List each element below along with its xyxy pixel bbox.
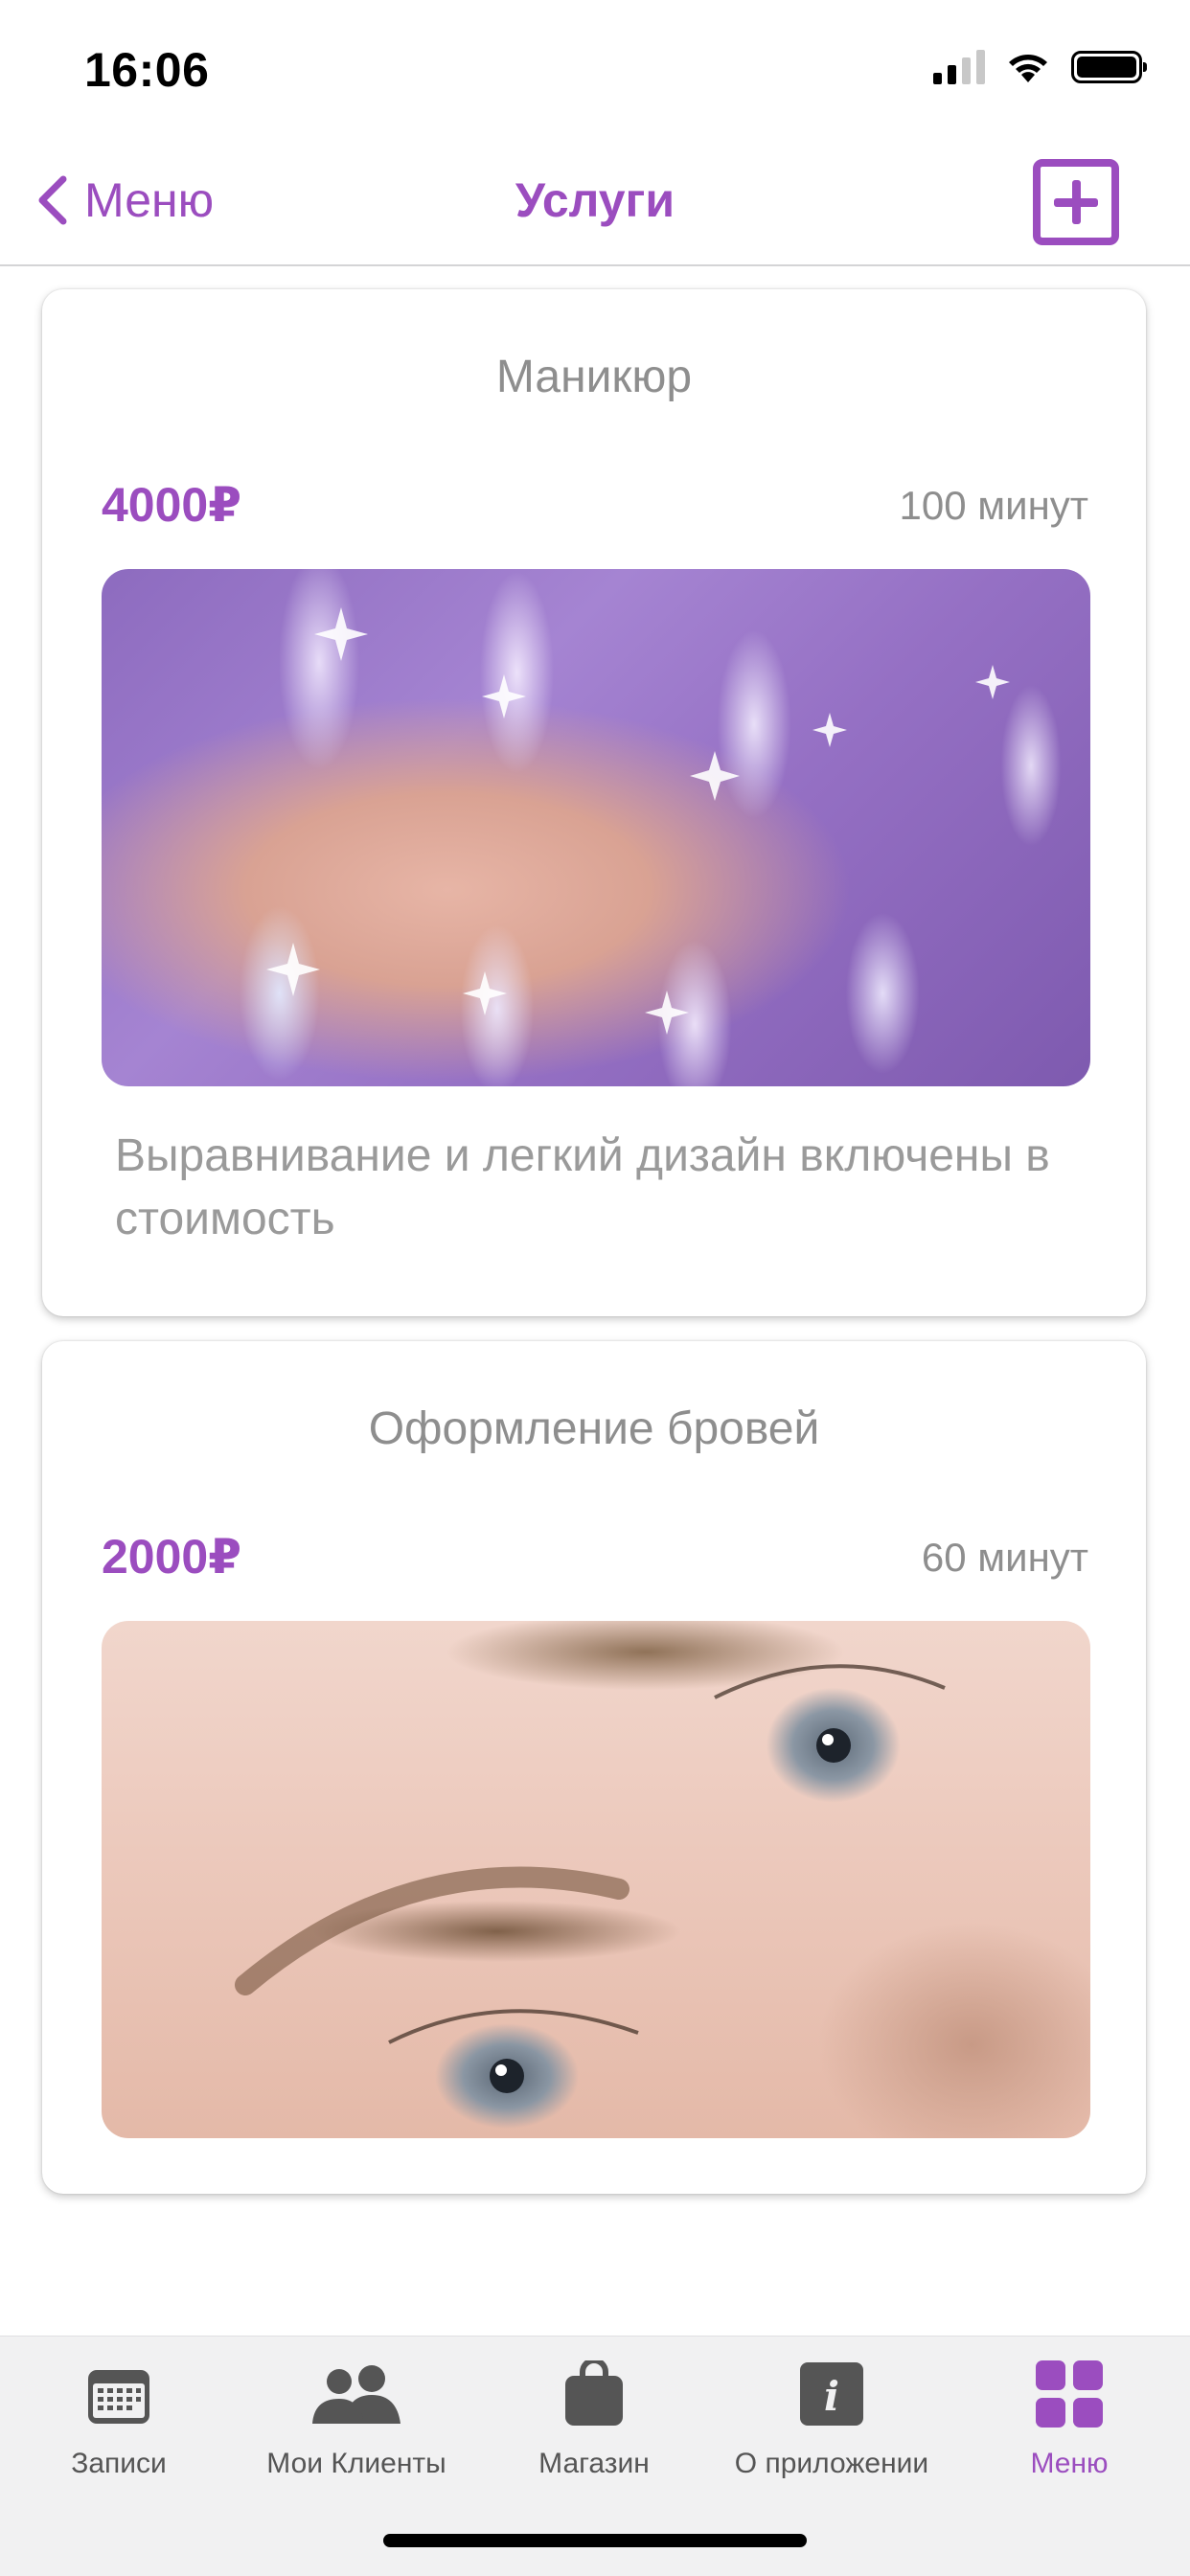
navigation-bar: Меню Услуги — [0, 134, 1190, 266]
home-indicator[interactable] — [383, 2534, 807, 2547]
tab-label: О приложении — [734, 2448, 929, 2479]
cellular-signal-icon — [933, 50, 985, 84]
tab-my-clients[interactable]: Мои Клиенты — [238, 2354, 475, 2480]
people-icon — [312, 2365, 400, 2424]
status-time: 16:06 — [84, 43, 210, 97]
service-description: Выравнивание и легкий дизайн включены в … — [115, 1130, 1050, 1244]
grid-icon — [1036, 2360, 1103, 2428]
tab-label: Меню — [1030, 2448, 1109, 2479]
info-icon: i — [800, 2362, 863, 2426]
tab-menu[interactable]: Меню — [950, 2354, 1188, 2480]
tab-about[interactable]: i О приложении — [713, 2354, 950, 2480]
service-duration: 100 минут — [899, 483, 1088, 528]
status-icons — [933, 50, 1147, 84]
service-card[interactable]: Оформление бровей 2000₽ 60 минут — [42, 1341, 1146, 2194]
page-title: Услуги — [515, 173, 675, 227]
tab-shop[interactable]: Магазин — [475, 2354, 713, 2480]
service-price: 2000₽ — [102, 1530, 242, 1584]
service-card[interactable]: Маникюр 4000₽ 100 минут Выравнивание и л… — [42, 289, 1146, 1316]
service-duration: 60 минут — [921, 1535, 1088, 1580]
bag-icon — [565, 2360, 623, 2426]
calendar-icon — [88, 2370, 149, 2424]
status-bar: 16:06 — [0, 0, 1190, 134]
tab-label: Магазин — [538, 2448, 650, 2479]
service-title: Маникюр — [495, 352, 693, 402]
tab-label: Мои Клиенты — [266, 2448, 446, 2479]
battery-icon — [1071, 51, 1147, 83]
sparkle-decoration — [266, 607, 1010, 1035]
tab-label: Записи — [71, 2448, 167, 2479]
service-title: Оформление бровей — [368, 1403, 820, 1454]
tab-records[interactable]: Записи — [0, 2354, 238, 2480]
wifi-icon — [1009, 55, 1047, 82]
eyes-illustration — [235, 1664, 946, 2093]
service-photo-nails — [102, 569, 1090, 1086]
service-photo-eyebrows — [102, 1621, 1090, 2138]
svg-text:i: i — [824, 2373, 839, 2420]
service-price: 4000₽ — [102, 478, 242, 532]
add-service-button[interactable] — [1033, 159, 1119, 245]
